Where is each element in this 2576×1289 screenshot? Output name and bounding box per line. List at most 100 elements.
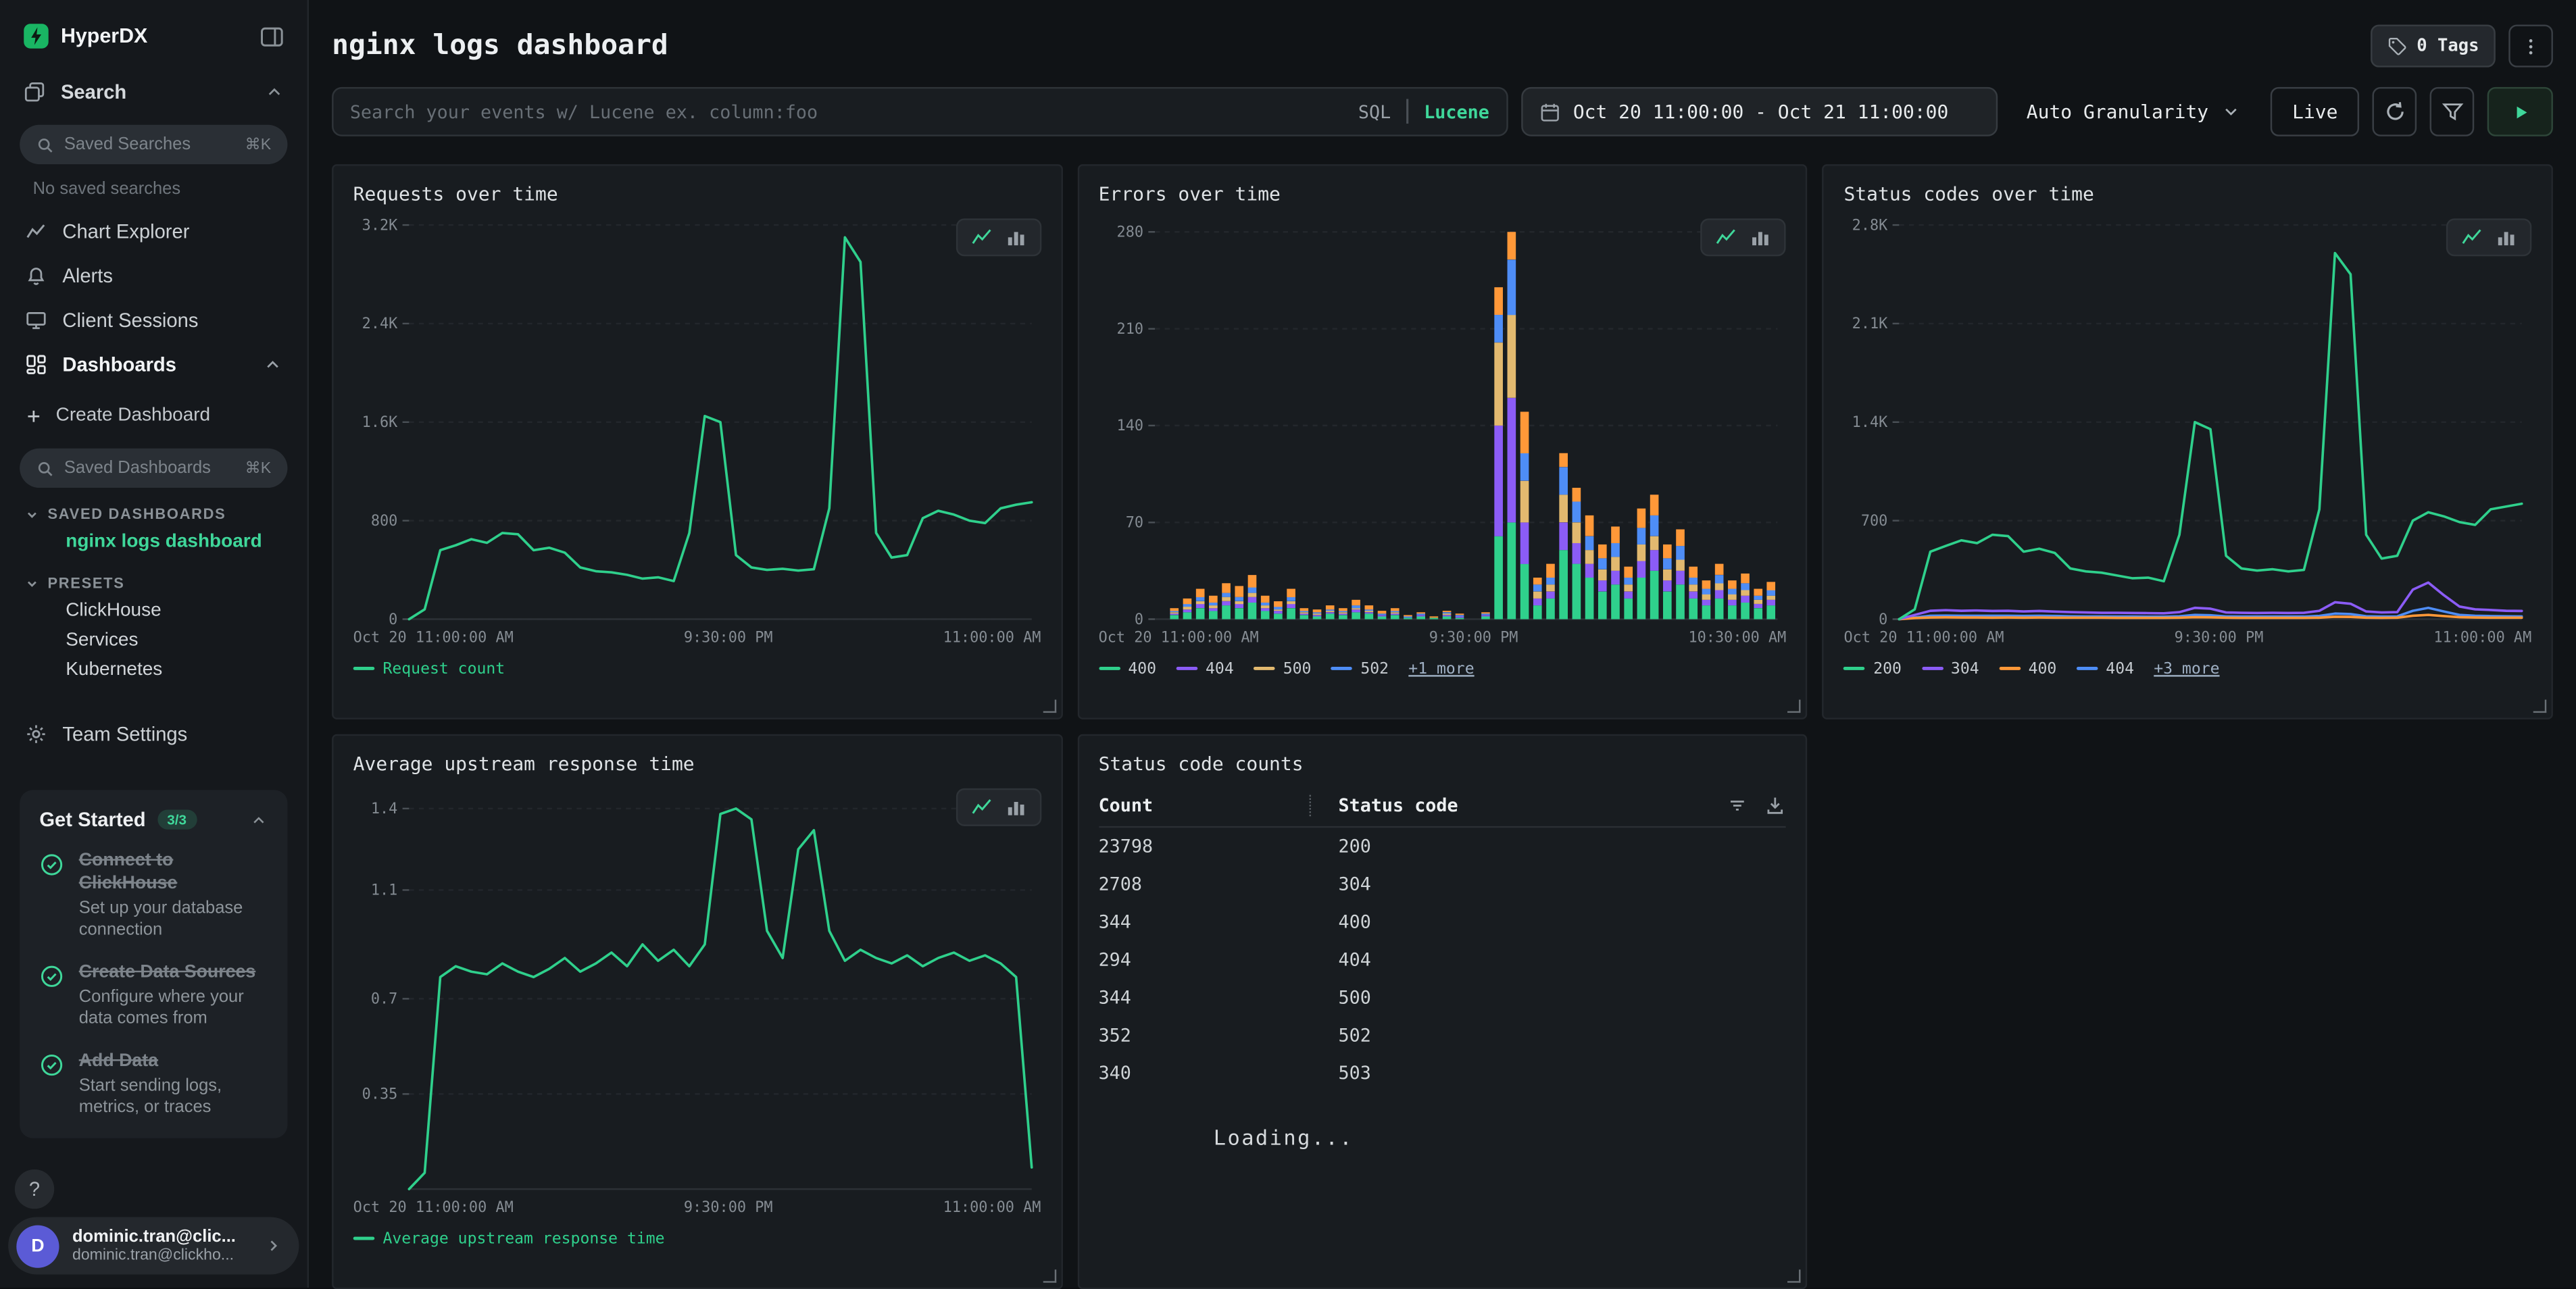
filter-funnel-icon — [2440, 100, 2463, 123]
collapse-sidebar-icon[interactable] — [259, 24, 284, 48]
bar-chart-icon[interactable] — [1005, 797, 1026, 818]
legend-item[interactable]: Request count — [353, 659, 505, 678]
live-button[interactable]: Live — [2271, 87, 2360, 136]
bar-chart-icon[interactable] — [1005, 226, 1026, 248]
x-axis-tick: 9:30:00 PM — [2175, 631, 2264, 647]
sql-mode-toggle[interactable]: SQL — [1358, 101, 1391, 123]
sidebar-item-client-sessions[interactable]: Client Sessions — [0, 297, 307, 342]
x-axis-labels: Oct 20 11:00:00 AM9:30:00 PM11:00:00 AM — [1843, 631, 2531, 647]
table-row[interactable]: 352502 — [1099, 1017, 1787, 1055]
presets-section[interactable]: PRESETS — [24, 575, 282, 591]
sidebar-item-chart-explorer[interactable]: Chart Explorer — [0, 209, 307, 253]
sidebar-item-clickhouse[interactable]: ClickHouse — [0, 596, 307, 626]
svg-text:210: 210 — [1116, 321, 1143, 338]
sidebar-item-label: Dashboards — [62, 352, 176, 375]
panel-errors-over-time: Errors over time 070140210280 Oct 20 11:… — [1077, 164, 1808, 719]
sidebar-item-services[interactable]: Services — [0, 626, 307, 655]
monitor-icon — [24, 308, 47, 331]
table-row[interactable]: 344400 — [1099, 903, 1787, 941]
chart-type-toggle[interactable] — [956, 788, 1041, 826]
granularity-select[interactable]: Auto Granularity — [2010, 87, 2258, 136]
svg-text:0: 0 — [389, 611, 397, 628]
column-header-count[interactable]: Count — [1099, 795, 1309, 817]
line-chart-icon[interactable] — [970, 797, 992, 818]
line-chart-icon[interactable] — [970, 226, 992, 248]
legend-more-link[interactable]: +1 more — [1408, 659, 1474, 678]
chevron-up-icon[interactable] — [250, 811, 268, 829]
calendar-icon — [1539, 101, 1560, 123]
sidebar-item-label: Chart Explorer — [62, 220, 189, 243]
get-started-step-sources[interactable]: Create Data Sources Configure where your… — [39, 961, 268, 1032]
saved-searches-shortcut: ⌘K — [245, 136, 272, 154]
x-axis-tick: 9:30:00 PM — [1429, 631, 1518, 647]
filter-lines-icon — [1727, 795, 1749, 817]
response-time-chart-plot[interactable]: 0.350.71.11.4 — [353, 782, 1041, 1198]
line-chart-icon[interactable] — [2461, 226, 2483, 248]
svg-text:2.8K: 2.8K — [1852, 217, 1888, 234]
x-axis-labels: Oct 20 11:00:00 AM9:30:00 PM11:00:00 AM — [353, 631, 1041, 647]
more-menu-button[interactable] — [2508, 24, 2553, 67]
column-resize-handle[interactable] — [1309, 795, 1325, 817]
legend-item[interactable]: 500 — [1254, 659, 1312, 678]
refresh-button[interactable] — [2373, 87, 2417, 136]
table-filter-button[interactable] — [1727, 795, 1749, 817]
legend-item[interactable]: 400 — [1099, 659, 1157, 678]
saved-dashboards-section[interactable]: SAVED DASHBOARDS — [24, 506, 282, 522]
table-row[interactable]: 340503 — [1099, 1055, 1787, 1092]
chart-type-toggle[interactable] — [1701, 218, 1786, 256]
errors-chart-plot[interactable]: 070140210280 — [1099, 212, 1787, 629]
create-dashboard-button[interactable]: Create Dashboard — [0, 393, 307, 438]
legend-item[interactable]: 404 — [2077, 659, 2135, 678]
chart-type-toggle[interactable] — [2446, 218, 2531, 256]
get-started-step-connect[interactable]: Connect to ClickHouse Set up your databa… — [39, 849, 268, 943]
bar-chart-icon[interactable] — [1750, 226, 1772, 248]
saved-dashboards-input[interactable]: Saved Dashboards ⌘K — [20, 449, 287, 488]
check-circle-icon — [39, 853, 64, 877]
legend-item[interactable]: 200 — [1843, 659, 1902, 678]
filter-button[interactable] — [2430, 87, 2475, 136]
legend-item[interactable]: 502 — [1331, 659, 1389, 678]
sidebar-item-kubernetes[interactable]: Kubernetes — [0, 655, 307, 685]
table-row[interactable]: 294404 — [1099, 941, 1787, 979]
table-row[interactable]: 23798200 — [1099, 828, 1787, 865]
sidebar-item-nginx-logs-dashboard[interactable]: nginx logs dashboard — [0, 527, 307, 557]
legend-item[interactable]: 404 — [1176, 659, 1234, 678]
get-started-card: Get Started 3/3 Connect to ClickHouse Se… — [20, 790, 287, 1138]
chart-title: Requests over time — [353, 182, 1041, 205]
legend-item[interactable]: 304 — [1921, 659, 1979, 678]
sidebar-item-team-settings[interactable]: Team Settings — [0, 711, 307, 757]
table-header: Count Status code — [1099, 795, 1787, 828]
chart-type-toggle[interactable] — [956, 218, 1041, 256]
legend-more-link[interactable]: +3 more — [2154, 659, 2219, 678]
user-menu[interactable]: D dominic.tran@clic... dominic.tran@clic… — [8, 1217, 299, 1274]
date-range-picker[interactable]: Oct 20 11:00:00 - Oct 21 11:00:00 — [1520, 87, 1997, 136]
table-row[interactable]: 2708304 — [1099, 865, 1787, 903]
sidebar-section-search[interactable]: Search — [0, 69, 307, 115]
run-query-button[interactable] — [2487, 87, 2553, 136]
table-row[interactable]: 344500 — [1099, 979, 1787, 1017]
panel-requests-over-time: Requests over time 08001.6K2.4K3.2K Oct … — [332, 164, 1062, 719]
help-button[interactable]: ? — [15, 1169, 54, 1209]
app-name: HyperDX — [61, 24, 248, 47]
table-download-button[interactable] — [1765, 795, 1787, 817]
legend-item[interactable]: 400 — [1999, 659, 2057, 678]
chevron-up-icon[interactable] — [264, 82, 284, 102]
bar-chart-icon[interactable] — [2496, 226, 2517, 248]
get-started-step-add-data[interactable]: Add Data Start sending logs, metrics, or… — [39, 1050, 268, 1121]
saved-searches-input[interactable]: Saved Searches ⌘K — [20, 125, 287, 164]
check-circle-icon — [39, 965, 64, 989]
x-axis-tick: Oct 20 11:00:00 AM — [1099, 631, 1259, 647]
event-search-input[interactable]: Search your events w/ Lucene ex. column:… — [332, 87, 1507, 136]
lucene-mode-toggle[interactable]: Lucene — [1424, 101, 1489, 123]
plus-icon — [24, 407, 43, 425]
chevron-up-icon[interactable] — [263, 354, 282, 374]
legend-item[interactable]: Average upstream response time — [353, 1230, 665, 1248]
sidebar-item-dashboards[interactable]: Dashboards — [0, 342, 307, 386]
tags-button[interactable]: 0 Tags — [2371, 24, 2496, 67]
svg-text:1.1: 1.1 — [371, 882, 397, 899]
sidebar-item-alerts[interactable]: Alerts — [0, 253, 307, 297]
status-codes-chart-plot[interactable]: 07001.4K2.1K2.8K — [1843, 212, 2531, 629]
line-chart-icon[interactable] — [1716, 226, 1737, 248]
requests-chart-plot[interactable]: 08001.6K2.4K3.2K — [353, 212, 1041, 629]
column-header-status-code[interactable]: Status code — [1339, 795, 1727, 817]
